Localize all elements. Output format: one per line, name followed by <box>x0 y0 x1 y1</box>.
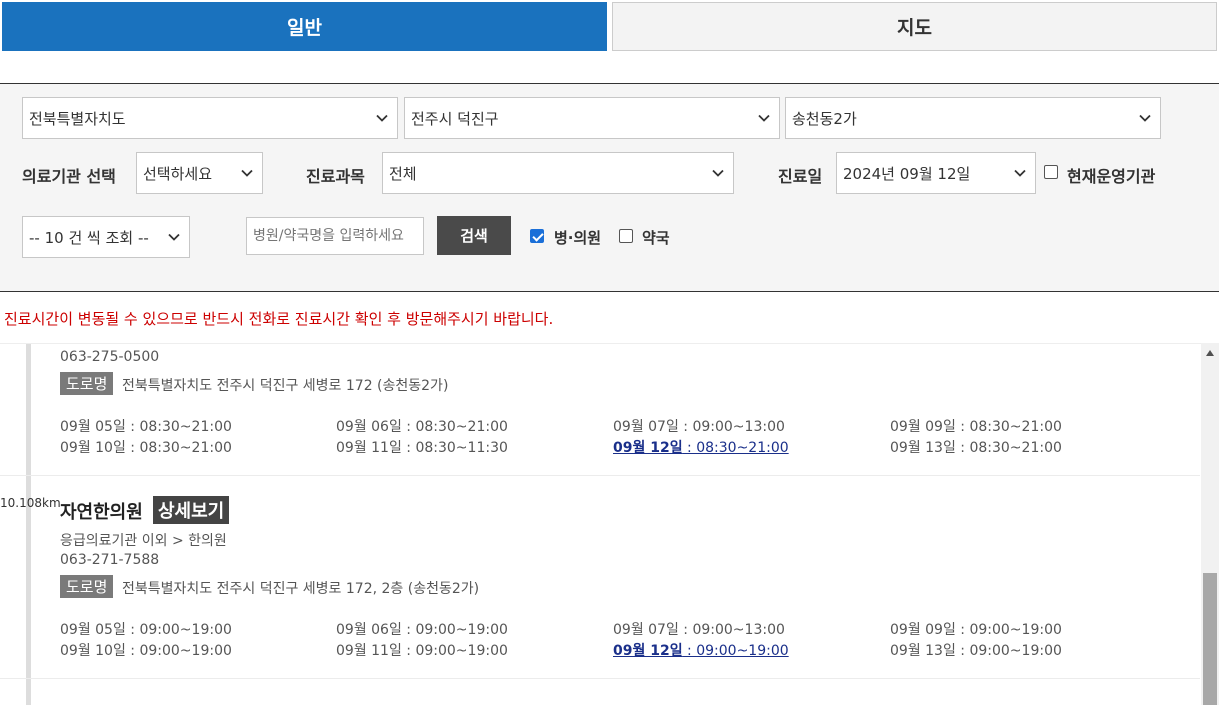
hours-entry: 09월 13일 : 08:30~21:00 <box>890 440 1062 456</box>
hours-entry: 09월 10일 : 08:30~21:00 <box>60 440 232 456</box>
triangle-up-icon[interactable] <box>1201 343 1219 363</box>
result-category: 응급의료기관 이외 > 한의원 <box>60 533 227 549</box>
search-input[interactable] <box>246 217 424 255</box>
detail-view-button[interactable]: 상세보기 <box>153 496 230 524</box>
hours-entry: 09월 10일 : 09:00~19:00 <box>60 643 232 659</box>
hours-entry: 09월 05일 : 09:00~19:00 <box>60 622 232 638</box>
result-separator <box>0 475 1200 476</box>
hospital-label: 병·의원 <box>554 229 602 247</box>
search-filter-panel: 전북특별자치도 전주시 덕진구 송천동2가 의료기관 선택 선택하세요 진료과목… <box>0 83 1219 292</box>
department-label: 진료과목 <box>306 167 365 186</box>
dong-select[interactable]: 송천동2가 <box>785 97 1161 139</box>
date-select[interactable]: 2024년 09월 12일 <box>836 152 1036 194</box>
road-name-badge: 도로명 <box>60 575 114 598</box>
chevron-down-icon <box>1013 166 1027 180</box>
hours-entry: 09월 06일 : 09:00~19:00 <box>336 622 508 638</box>
results-panel: 063-275-0500 도로명 전북특별자치도 전주시 덕진구 세병로 172… <box>0 343 1219 705</box>
hours-entry: 09월 09일 : 09:00~19:00 <box>890 622 1062 638</box>
page-size-select-value: -- 10 건 씩 조회 -- <box>29 228 149 247</box>
institution-select-value: 선택하세요 <box>143 164 213 183</box>
chevron-down-icon <box>375 111 389 125</box>
result-divider-bar <box>26 344 31 705</box>
page-size-select[interactable]: -- 10 건 씩 조회 -- <box>22 216 190 258</box>
tab-map[interactable]: 지도 <box>612 2 1217 51</box>
hours-entry-today[interactable]: 09월 12일 : 08:30~21:00 <box>613 437 789 457</box>
hours-entry: 09월 11일 : 09:00~19:00 <box>336 643 508 659</box>
hours-entry: 09월 09일 : 08:30~21:00 <box>890 419 1062 435</box>
chevron-down-icon <box>757 111 771 125</box>
result-name[interactable]: 자연한의원 <box>60 498 143 524</box>
date-label: 진료일 <box>778 167 823 186</box>
hours-entry: 09월 07일 : 09:00~13:00 <box>613 622 785 638</box>
operating-now-checkbox[interactable] <box>1044 165 1058 179</box>
chevron-down-icon <box>1138 111 1152 125</box>
scrollbar-thumb[interactable] <box>1203 573 1217 705</box>
institution-select[interactable]: 선택하세요 <box>136 152 263 194</box>
department-select-value: 전체 <box>389 164 417 183</box>
region-select[interactable]: 전북특별자치도 <box>22 97 398 139</box>
notice-text: 진료시간이 변동될 수 있으므로 반드시 전화로 진료시간 확인 후 방문해주시… <box>4 310 554 328</box>
hours-entry: 09월 07일 : 09:00~13:00 <box>613 419 785 435</box>
department-select[interactable]: 전체 <box>382 152 734 194</box>
hours-entry: 09월 11일 : 08:30~11:30 <box>336 440 508 456</box>
hours-entry: 09월 05일 : 08:30~21:00 <box>60 419 232 435</box>
pharmacy-checkbox[interactable] <box>619 229 633 243</box>
dong-select-value: 송천동2가 <box>792 109 857 128</box>
road-name-badge: 도로명 <box>60 372 114 395</box>
search-button[interactable]: 검색 <box>437 216 511 255</box>
pharmacy-label: 약국 <box>642 229 670 247</box>
result-phone: 063-275-0500 <box>60 349 160 365</box>
tab-bar: 일반 지도 <box>0 0 1219 52</box>
hours-entry: 09월 06일 : 08:30~21:00 <box>336 419 508 435</box>
result-phone: 063-271-7588 <box>60 552 160 568</box>
hours-entry: 09월 13일 : 09:00~19:00 <box>890 643 1062 659</box>
chevron-down-icon <box>167 230 181 244</box>
region-select-value: 전북특별자치도 <box>29 109 126 128</box>
result-address: 전북특별자치도 전주시 덕진구 세병로 172 (송천동2가) <box>122 378 449 394</box>
operating-now-label: 현재운영기관 <box>1067 167 1156 186</box>
chevron-down-icon <box>240 166 254 180</box>
city-select[interactable]: 전주시 덕진구 <box>404 97 780 139</box>
hospital-checkbox[interactable] <box>530 229 544 243</box>
chevron-down-icon <box>711 166 725 180</box>
date-select-value: 2024년 09월 12일 <box>843 164 971 183</box>
result-separator <box>0 678 1200 679</box>
city-select-value: 전주시 덕진구 <box>411 109 499 128</box>
result-address: 전북특별자치도 전주시 덕진구 세병로 172, 2층 (송천동2가) <box>122 581 480 597</box>
tab-general[interactable]: 일반 <box>2 2 607 51</box>
hours-entry-today[interactable]: 09월 12일 : 09:00~19:00 <box>613 640 789 660</box>
results-scrollbar[interactable] <box>1201 343 1219 705</box>
institution-label: 의료기관 선택 <box>22 167 116 186</box>
result-distance: 10.108km <box>0 496 61 510</box>
